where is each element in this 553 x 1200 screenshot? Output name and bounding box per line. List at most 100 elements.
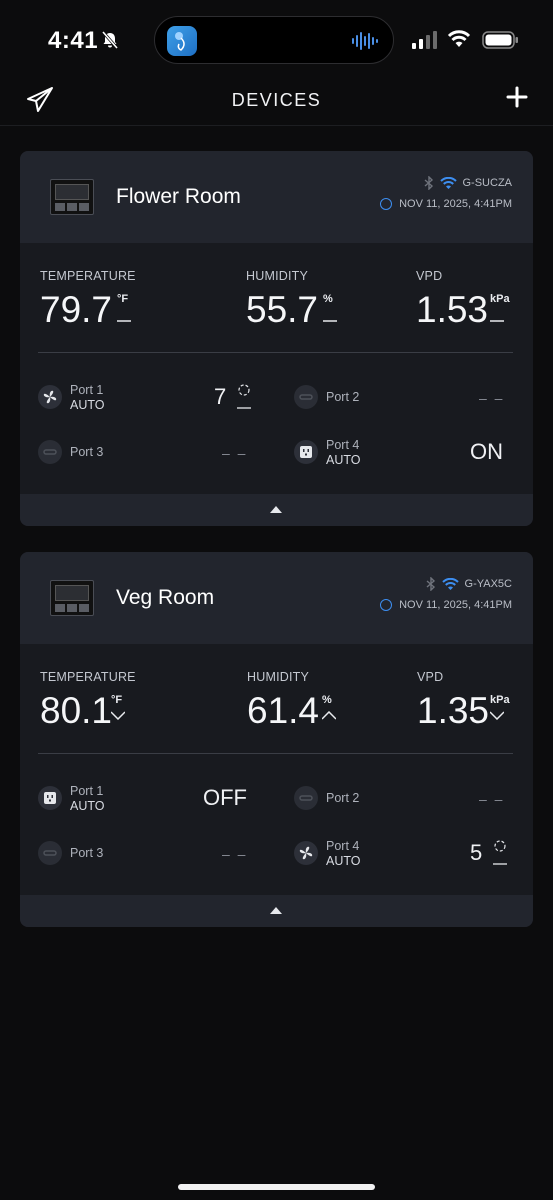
last-update: NOV 11, 2025, 4:41PM <box>380 198 512 210</box>
home-indicator[interactable] <box>178 1184 375 1190</box>
trend-down-icon <box>111 711 125 720</box>
speed-indicator-icon <box>493 840 507 865</box>
port-name: Port 4 <box>326 438 360 452</box>
port-value: 5 <box>470 840 483 865</box>
status-bar: 4:41 <box>0 0 553 80</box>
port-mode: AUTO <box>326 854 361 868</box>
audio-wave-icon <box>352 32 378 50</box>
status-ring-icon <box>380 198 393 210</box>
port-name: Port 4 <box>326 839 360 853</box>
metric-value: 80.1 <box>40 690 113 731</box>
metric-label: HUMIDITY <box>246 269 309 283</box>
metric-value: 79.7 <box>40 289 113 330</box>
trend-down-icon <box>490 711 504 720</box>
link-icon <box>294 786 318 810</box>
port-4[interactable]: Port 4 AUTO 5 <box>294 836 514 870</box>
network-name: G-YAX5C <box>464 578 512 590</box>
link-icon <box>38 440 62 464</box>
port-name: Port 3 <box>70 846 104 860</box>
battery-icon <box>482 31 518 49</box>
metrics-row: TEMPERATURE 79.7 °F HUMIDITY 55.7 % VPD … <box>40 269 513 330</box>
speed-indicator-icon <box>237 384 251 409</box>
connection-status: G-SUCZA <box>424 176 513 190</box>
wifi-icon <box>441 577 459 590</box>
device-name: Veg Room <box>116 586 215 609</box>
add-device-button[interactable] <box>505 85 529 109</box>
last-update: NOV 11, 2025, 4:41PM <box>380 599 512 611</box>
outlet-icon <box>294 440 318 464</box>
port-value: – – <box>479 791 505 807</box>
metric-unit: kPa <box>490 694 510 706</box>
port-2[interactable]: Port 2 – – <box>294 781 514 815</box>
port-1[interactable]: Port 1 AUTO 7 <box>38 380 258 414</box>
status-time: 4:41 <box>48 27 99 54</box>
network-name: G-SUCZA <box>462 177 513 189</box>
port-name: Port 2 <box>326 791 360 805</box>
metric-label: TEMPERATURE <box>40 269 136 283</box>
dynamic-island[interactable] <box>154 16 394 64</box>
device-card-flower-room[interactable]: Flower Room G-SUCZA NOV 11, 2025, 4:41PM… <box>20 151 533 526</box>
port-value: – – <box>222 846 248 862</box>
device-card-veg-room[interactable]: Veg Room G-YAX5C NOV 11, 2025, 4:41PM TE… <box>20 552 533 927</box>
bluetooth-icon <box>426 577 435 591</box>
bell-slash-icon <box>101 31 119 49</box>
trend-flat-icon <box>117 320 131 322</box>
port-2[interactable]: Port 2 – – <box>294 380 514 414</box>
port-value: ON <box>470 439 503 464</box>
expand-toggle[interactable] <box>20 494 533 526</box>
wifi-icon <box>439 176 457 189</box>
metric-vpd: VPD 1.53 kPa <box>416 269 510 330</box>
bluetooth-icon <box>424 176 433 190</box>
controller-thumbnail <box>50 580 94 616</box>
trend-flat-icon <box>323 320 337 322</box>
metrics-row: TEMPERATURE 80.1 °F HUMIDITY 61.4 % VPD … <box>40 670 513 731</box>
metric-temperature: TEMPERATURE 80.1 °F <box>40 670 136 731</box>
metric-unit: % <box>322 694 332 706</box>
port-4[interactable]: Port 4 AUTO ON <box>294 435 514 469</box>
link-icon <box>294 385 318 409</box>
device-card-header[interactable]: Veg Room G-YAX5C NOV 11, 2025, 4:41PM <box>20 552 533 644</box>
metric-unit: °F <box>111 694 123 706</box>
device-name: Flower Room <box>116 185 241 208</box>
metric-humidity: HUMIDITY 55.7 % <box>246 269 337 330</box>
metric-vpd: VPD 1.35 kPa <box>417 670 510 731</box>
port-mode: AUTO <box>326 453 361 467</box>
metric-value: 61.4 <box>247 690 320 731</box>
expand-toggle[interactable] <box>20 895 533 927</box>
port-3[interactable]: Port 3 – – <box>38 836 258 870</box>
port-value: 7 <box>214 384 227 409</box>
trend-flat-icon <box>490 320 504 322</box>
port-value: – – <box>222 445 248 461</box>
trend-up-icon <box>322 711 336 720</box>
port-name: Port 3 <box>70 445 104 459</box>
fan-icon <box>38 385 62 409</box>
page-title: DEVICES <box>231 90 322 110</box>
metric-humidity: HUMIDITY 61.4 % <box>247 670 336 731</box>
port-name: Port 2 <box>326 390 360 404</box>
port-name: Port 1 <box>70 383 104 397</box>
timestamp: NOV 11, 2025, 4:41PM <box>399 599 512 611</box>
metric-unit: kPa <box>490 293 510 305</box>
port-name: Port 1 <box>70 784 104 798</box>
connection-status: G-YAX5C <box>426 577 512 591</box>
port-1[interactable]: Port 1 AUTO OFF <box>38 781 258 815</box>
metric-unit: % <box>323 293 333 305</box>
metric-temperature: TEMPERATURE 79.7 °F <box>40 269 136 330</box>
caret-up-icon <box>270 907 282 914</box>
device-card-header[interactable]: Flower Room G-SUCZA NOV 11, 2025, 4:41PM <box>20 151 533 243</box>
timestamp: NOV 11, 2025, 4:41PM <box>399 198 512 210</box>
link-icon <box>38 841 62 865</box>
fan-icon <box>294 841 318 865</box>
controller-thumbnail <box>50 179 94 215</box>
port-value: OFF <box>203 785 247 810</box>
metric-label: VPD <box>416 269 443 283</box>
port-mode: AUTO <box>70 799 105 813</box>
metric-value: 55.7 <box>246 289 319 330</box>
status-ring-icon <box>380 599 393 611</box>
divider <box>38 352 513 353</box>
app-icon[interactable] <box>167 26 197 56</box>
outlet-icon <box>38 786 62 810</box>
divider <box>38 753 513 754</box>
metric-value: 1.53 <box>416 289 489 330</box>
port-3[interactable]: Port 3 – – <box>38 435 258 469</box>
